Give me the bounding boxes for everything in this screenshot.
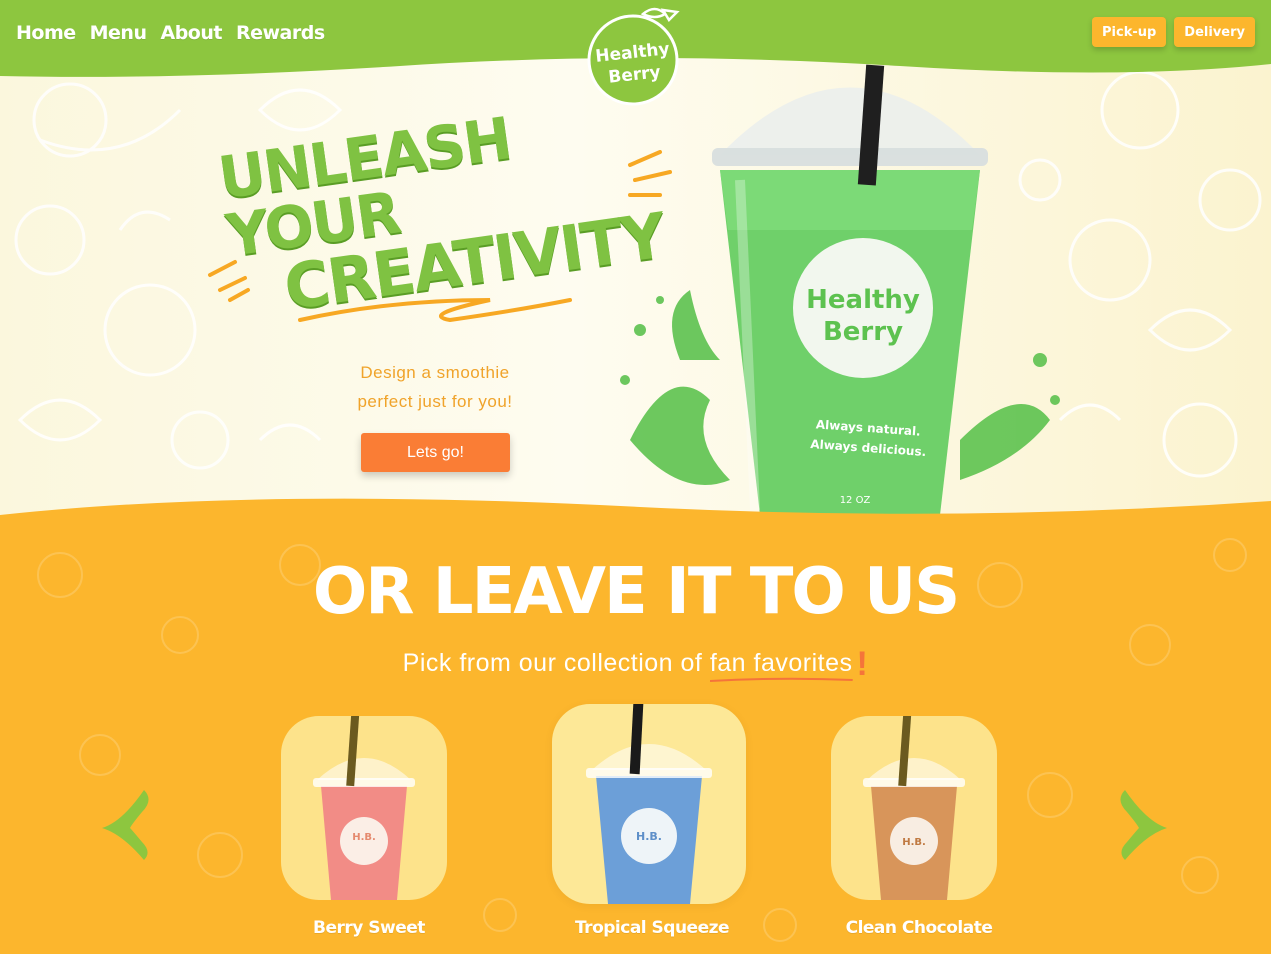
cup-brand-line-2: Berry	[823, 317, 903, 347]
subtitle-prefix: Pick from our collection of	[402, 649, 710, 677]
subtitle-exclamation: !	[856, 645, 869, 683]
hero-smoothie-cup-image: Healthy Berry Always natural. Always del…	[620, 64, 1060, 515]
tagline-line-2: perfect just for you!	[357, 392, 513, 411]
favorite-card-berry-sweet[interactable]: H.B.	[281, 716, 447, 900]
svg-text:H.B.: H.B.	[902, 837, 926, 848]
berry-sweet-cup-image: H.B.	[313, 716, 415, 900]
clean-chocolate-cup-image: H.B.	[863, 716, 965, 900]
nav-about-link[interactable]: About	[161, 22, 223, 44]
highlight-underline	[709, 677, 853, 682]
lets-go-button[interactable]: Lets go!	[361, 433, 510, 472]
main-nav: Home Menu About Rewards	[16, 22, 325, 44]
favorite-card-clean-chocolate[interactable]: H.B.	[831, 716, 997, 900]
nav-rewards-link[interactable]: Rewards	[236, 22, 325, 44]
order-options: Pick-up Delivery	[1092, 17, 1255, 47]
nav-menu-link[interactable]: Menu	[90, 22, 147, 44]
favorite-name-clean-chocolate[interactable]: Clean Chocolate	[831, 918, 1007, 938]
favorite-name-berry-sweet[interactable]: Berry Sweet	[281, 918, 457, 938]
nav-home-link[interactable]: Home	[16, 22, 76, 44]
favorites-subtitle: Pick from our collection of fan favorite…	[0, 641, 1271, 683]
favorites-title: OR LEAVE IT TO US	[312, 555, 960, 629]
cup-brand-line-1: Healthy	[806, 285, 920, 315]
carousel-next-button[interactable]	[1107, 782, 1177, 868]
favorite-name-tropical-squeeze[interactable]: Tropical Squeeze	[552, 918, 752, 938]
chevron-right-icon	[1120, 790, 1167, 860]
carousel-prev-button[interactable]	[92, 782, 162, 868]
svg-text:H.B.: H.B.	[636, 830, 662, 843]
svg-text:H.B.: H.B.	[352, 832, 376, 843]
delivery-button[interactable]: Delivery	[1174, 17, 1255, 47]
favorite-card-tropical-squeeze[interactable]: H.B.	[552, 704, 746, 904]
chevron-left-icon	[102, 790, 149, 860]
pickup-button[interactable]: Pick-up	[1092, 17, 1167, 47]
healthy-berry-logo[interactable]: Healthy Berry	[585, 6, 685, 106]
tagline-line-1: Design a smoothie	[360, 363, 510, 382]
hero-tagline: Design a smoothie perfect just for you!	[320, 358, 550, 416]
subtitle-highlight: fan favorites	[709, 649, 853, 682]
tropical-squeeze-cup-image: H.B.	[586, 704, 712, 904]
